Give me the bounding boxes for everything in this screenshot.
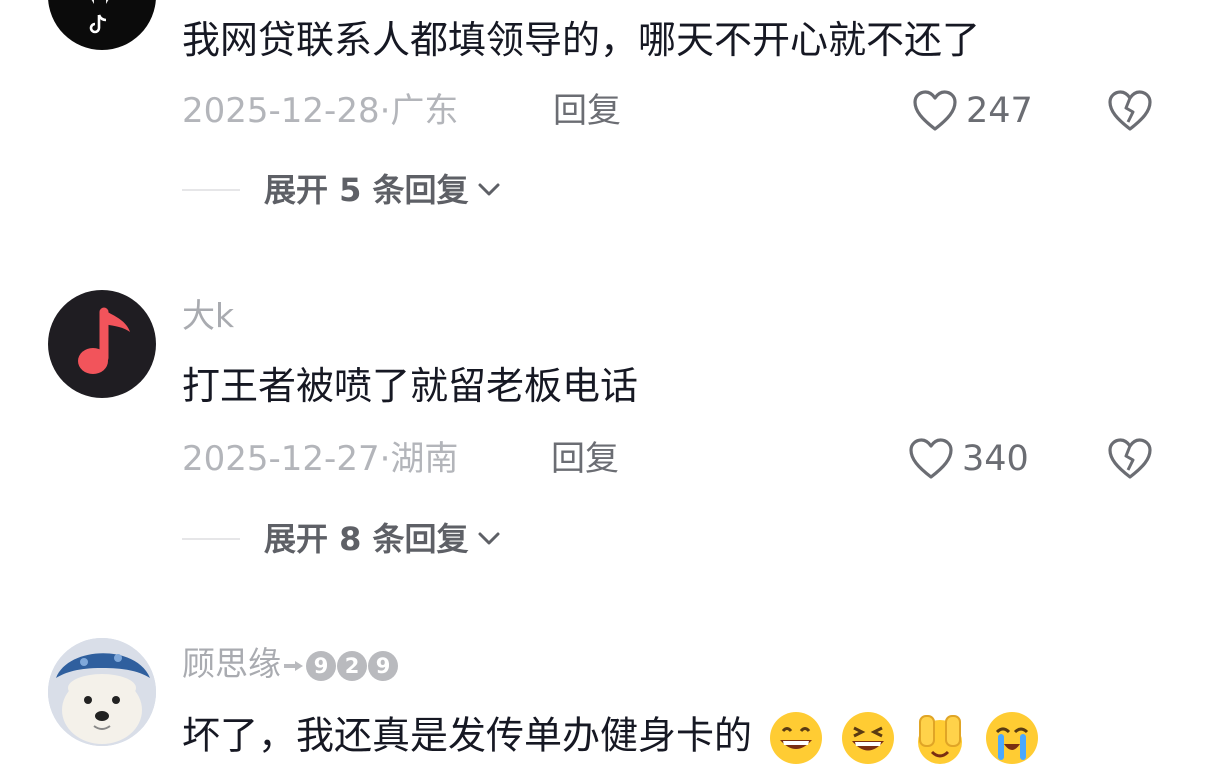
comment-date: 2025-12-27 — [182, 439, 380, 479]
chevron-down-icon — [478, 183, 500, 196]
badge-digit: 2 — [337, 650, 367, 681]
reply-button[interactable]: 回复 — [553, 89, 621, 133]
expand-divider — [182, 538, 240, 540]
expand-replies-label: 展开 5 条回复 — [264, 171, 469, 209]
comment-meta: 2025-12-27·湖南 — [182, 437, 458, 481]
heart-icon — [913, 90, 957, 131]
pointing-hand-icon — [284, 660, 303, 671]
badge-digit: 9 — [306, 650, 336, 681]
avatar[interactable] — [48, 290, 156, 398]
comment-text: 打王者被喷了就留老板电话 — [182, 364, 639, 408]
avatar[interactable] — [48, 638, 156, 746]
expand-replies-label: 展开 8 条回复 — [264, 520, 469, 558]
reply-button[interactable]: 回复 — [551, 437, 619, 481]
fan-level-badge: 9 2 9 — [283, 650, 398, 681]
like-button[interactable]: 340 — [908, 437, 1029, 481]
meta-separator: · — [379, 439, 391, 479]
broken-heart-icon — [1108, 438, 1152, 479]
username[interactable]: 顾思缘 — [182, 644, 281, 683]
comment-meta: 2025-12-28·广东 — [182, 89, 458, 133]
like-button[interactable]: 247 — [912, 89, 1033, 133]
meta-separator: · — [379, 91, 391, 131]
expand-replies-button[interactable]: 展开 8 条回复 — [264, 517, 501, 561]
avatar[interactable] — [48, 0, 156, 50]
username-row: 顾思缘 9 2 9 — [182, 644, 398, 684]
chevron-down-icon — [478, 532, 500, 545]
broken-heart-icon — [1108, 90, 1152, 131]
dislike-button[interactable] — [1106, 89, 1154, 137]
comment-text: 我网贷联系人都填领导的，哪天不开心就不还了 — [182, 18, 981, 62]
crying-laugh-emoji-icon — [986, 712, 1039, 764]
comment-text: 坏了，我还真是发传单办健身卡的 — [182, 713, 753, 758]
expand-divider — [182, 189, 240, 191]
badge-digit: 9 — [368, 650, 398, 681]
heart-icon — [909, 438, 953, 479]
music-note-icon — [78, 307, 130, 374]
comment-region: 湖南 — [390, 439, 459, 479]
dog-avatar-icon — [48, 638, 156, 746]
comment-text-row: 坏了，我还真是发传单办健身卡的 — [182, 710, 1040, 766]
comment-date: 2025-12-28 — [182, 91, 380, 131]
dislike-button[interactable] — [1106, 437, 1154, 485]
expand-replies-button[interactable]: 展开 5 条回复 — [264, 168, 501, 212]
tiktok-logo-icon — [89, 0, 109, 34]
username[interactable]: 大k — [182, 296, 234, 336]
like-count: 247 — [966, 91, 1033, 131]
like-count: 340 — [962, 439, 1029, 479]
squint-laugh-emoji-icon — [842, 712, 895, 764]
hands-up-emoji-icon — [918, 715, 963, 764]
comment-region: 广东 — [390, 91, 459, 131]
grin-emoji-icon — [770, 712, 823, 764]
